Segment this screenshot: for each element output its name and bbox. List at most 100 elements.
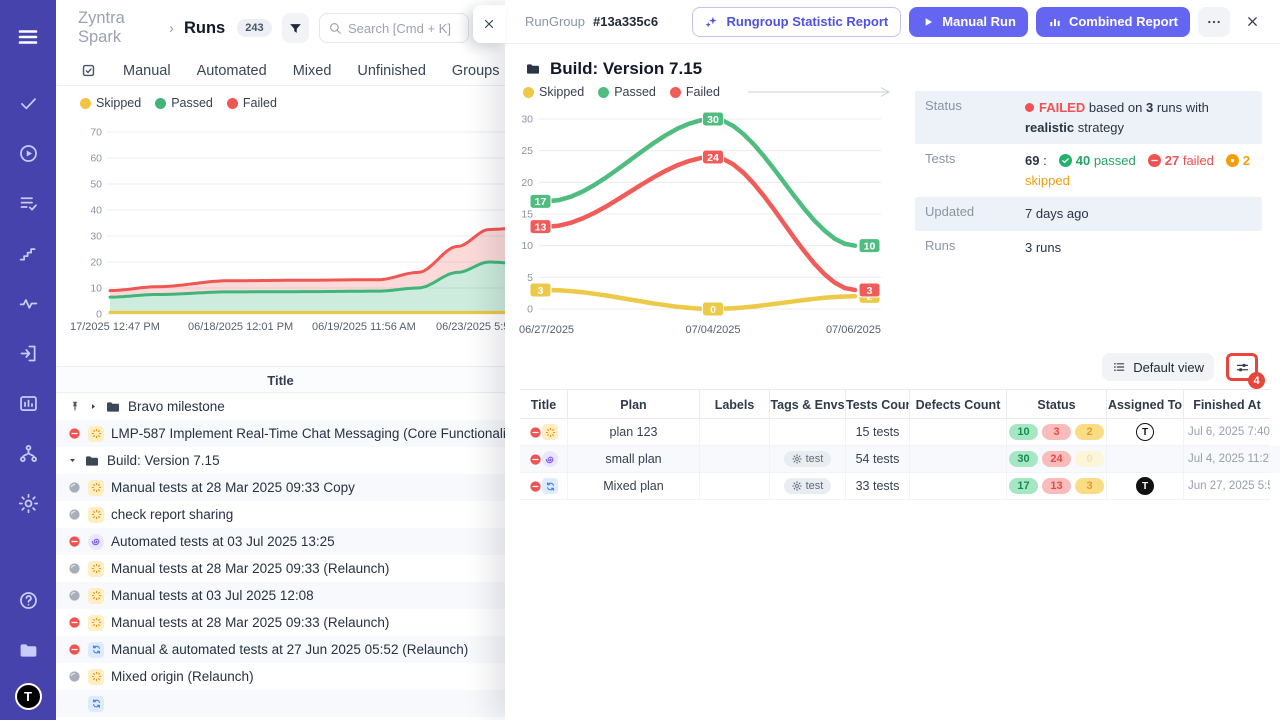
failed-dot-icon — [1025, 103, 1034, 112]
spark-icon — [91, 563, 102, 574]
manual-run-type-icon — [88, 588, 104, 604]
svg-text:0: 0 — [527, 304, 533, 316]
failed-pill: 3 — [1042, 424, 1071, 440]
chevron-right-icon[interactable] — [89, 402, 98, 411]
svg-text:60: 60 — [90, 153, 102, 165]
run-row[interactable] — [56, 690, 505, 717]
tab-unfinished[interactable]: Unfinished — [357, 63, 426, 79]
pin-icon[interactable] — [68, 400, 82, 414]
drawer-close-tab-button[interactable] — [473, 5, 505, 43]
filter-button[interactable] — [282, 13, 309, 43]
spark-icon — [91, 482, 102, 493]
svg-text:13: 13 — [535, 221, 547, 233]
run-row[interactable]: check report sharing — [56, 501, 505, 528]
svg-text:0: 0 — [710, 304, 716, 316]
page-title: Runs — [184, 19, 225, 38]
close-drawer-button[interactable] — [1238, 8, 1266, 36]
more-actions-button[interactable] — [1198, 7, 1230, 37]
neutral-status-icon — [68, 481, 81, 494]
table-row[interactable]: plan 12315 tests1032TJul 6, 2025 7:40 — [520, 419, 1280, 446]
manual-run-type-icon — [88, 507, 104, 523]
tag-pill: test — [784, 451, 832, 467]
svg-text:30: 30 — [707, 114, 719, 126]
cell-finished-at: Jul 4, 2025 11:27 — [1184, 446, 1270, 473]
run-row[interactable]: Manual tests at 28 Mar 2025 09:33 Copy — [56, 474, 505, 501]
table-row[interactable]: Mixed plantest33 tests17133TJun 27, 2025… — [520, 473, 1280, 500]
gear-icon[interactable] — [0, 478, 56, 528]
enter-icon[interactable] — [0, 328, 56, 378]
tab-mixed[interactable]: Mixed — [293, 63, 332, 79]
search-input[interactable] — [348, 21, 460, 36]
svg-text:10: 10 — [521, 240, 533, 252]
bar-chart-icon[interactable] — [0, 378, 56, 428]
tab-manual[interactable]: Manual — [123, 63, 171, 79]
neutral-status-icon — [68, 589, 81, 602]
chevron-down-icon[interactable] — [68, 456, 77, 465]
rungroup-statistic-report-button[interactable]: Rungroup Statistic Report — [692, 7, 901, 37]
app-window: T Zyntra Spark › Runs 2 4 3 Manual Automate… — [0, 0, 1280, 720]
list-check-icon[interactable] — [0, 178, 56, 228]
assignee-avatar: T — [1136, 477, 1154, 495]
search-box[interactable] — [319, 13, 469, 43]
failed-pill: 13 — [1042, 478, 1071, 494]
help-icon[interactable] — [0, 575, 56, 625]
run-row[interactable]: Mixed origin (Relaunch) — [56, 663, 505, 690]
breadcrumb-project[interactable]: Zyntra Spark — [78, 9, 159, 47]
manual-run-button[interactable]: Manual Run — [909, 7, 1028, 37]
cell-tags: test — [770, 473, 846, 500]
column-header-finished-at: Finished At — [1184, 389, 1270, 419]
runs-tabs: ManualAutomatedMixedUnfinishedGroups tes… — [56, 56, 505, 86]
run-row[interactable]: Manual tests at 28 Mar 2025 09:33 (Relau… — [56, 555, 505, 582]
manual-run-type-icon — [88, 615, 104, 631]
activity-icon[interactable] — [0, 278, 56, 328]
run-row[interactable]: Automated tests at 03 Jul 2025 13:25 — [56, 528, 505, 555]
skipped-circle-icon — [1226, 154, 1239, 167]
spiral-icon — [91, 536, 102, 547]
breadcrumb-separator: › — [169, 20, 174, 37]
check-icon[interactable] — [0, 78, 56, 128]
tab-groups[interactable]: Groups — [452, 63, 500, 79]
select-all-icon[interactable] — [80, 62, 97, 79]
run-row[interactable]: Manual tests at 28 Mar 2025 09:33 (Relau… — [56, 609, 505, 636]
run-title: check report sharing — [111, 507, 233, 522]
legend-item-skipped: Skipped — [523, 85, 584, 99]
line-chart: 0510152025303021324317301006/27/202507/0… — [513, 103, 885, 343]
user-avatar[interactable]: T — [15, 683, 42, 710]
list-view-icon — [1112, 360, 1126, 374]
combined-report-button[interactable]: Combined Report — [1036, 7, 1190, 37]
mixed-run-type-icon — [88, 696, 104, 712]
rungroup-title: Build: Version 7.15 — [505, 44, 1280, 81]
tag-pill: test — [784, 478, 832, 494]
play-circle-icon[interactable] — [0, 128, 56, 178]
svg-text:30: 30 — [521, 114, 533, 126]
run-row[interactable]: LMP-587 Implement Real-Time Chat Messagi… — [56, 420, 505, 447]
mixed-run-type-icon — [542, 478, 558, 494]
cell-plan: small plan — [568, 446, 700, 473]
svg-text:17/2025 12:47 PM: 17/2025 12:47 PM — [70, 321, 160, 333]
legend-item-skipped: Skipped — [80, 96, 141, 110]
folder-icon — [84, 453, 100, 469]
default-view-button[interactable]: Default view — [1102, 353, 1214, 381]
automated-run-type-icon — [542, 451, 558, 467]
table-row[interactable]: small plantest54 tests30240Jul 4, 2025 1… — [520, 446, 1280, 473]
run-row[interactable]: Manual tests at 03 Jul 2025 12:08 — [56, 582, 505, 609]
svg-text:20: 20 — [90, 257, 102, 269]
table-settings-button[interactable]: 4 — [1226, 353, 1258, 381]
tab-automated[interactable]: Automated — [197, 63, 267, 79]
cell-title — [520, 419, 568, 446]
sphere-icon — [68, 562, 81, 575]
steps-icon[interactable] — [0, 228, 56, 278]
skipped-pill: 2 — [1075, 424, 1104, 440]
run-title: LMP-587 Implement Real-Time Chat Messagi… — [111, 426, 505, 441]
run-title: Manual & automated tests at 27 Jun 2025 … — [111, 642, 468, 657]
svg-text:15: 15 — [521, 209, 533, 221]
branch-icon[interactable] — [0, 428, 56, 478]
rungroup-drawer: RunGroup #13a335c6 Rungroup Statistic Re… — [505, 0, 1280, 720]
folder-row[interactable]: Build: Version 7.15 — [56, 447, 505, 474]
legend-item-passed: Passed — [598, 85, 656, 99]
folder-row[interactable]: Bravo milestone — [56, 393, 505, 420]
run-row[interactable]: Manual & automated tests at 27 Jun 2025 … — [56, 636, 505, 663]
menu-icon[interactable] — [0, 12, 56, 62]
folder-nav-icon[interactable] — [0, 625, 56, 675]
minus-circle-icon — [68, 616, 81, 629]
